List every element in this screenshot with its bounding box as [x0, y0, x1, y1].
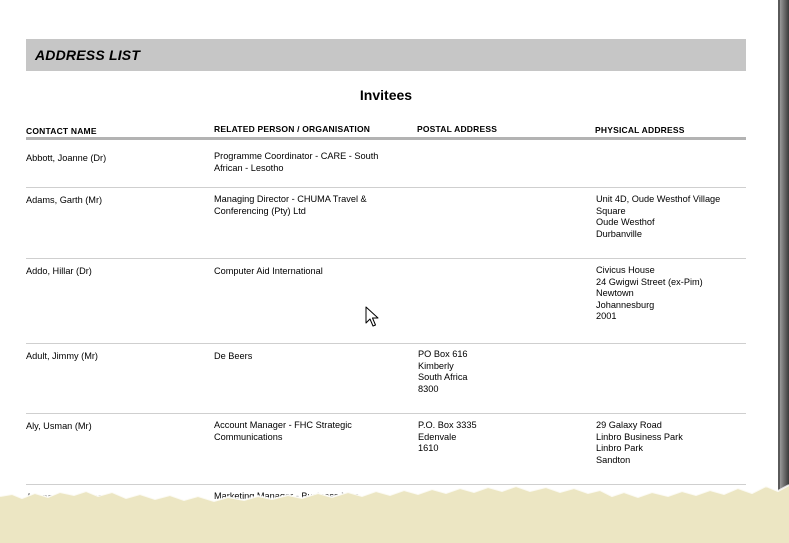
row-divider: [26, 413, 746, 414]
contact-name: Abbott, Joanne (Dr): [26, 153, 107, 163]
section-header: ADDRESS LIST: [26, 39, 746, 71]
related-organisation: Managing Director - CHUMA Travel & Confe…: [214, 194, 367, 216]
header-divider: [26, 137, 746, 140]
related-organisation: Account Manager - FHC Strategic Communic…: [214, 420, 352, 442]
row-divider: [26, 187, 746, 188]
report-subtitle: Invitees: [359, 87, 413, 103]
row-divider: [26, 258, 746, 259]
physical-address: Unit 4D, Oude Westhof Village Square Oud…: [596, 194, 721, 239]
torn-paper-edge: [0, 484, 789, 543]
contact-name: Addo, Hillar (Dr): [26, 266, 92, 276]
related-organisation: Computer Aid International: [214, 266, 323, 276]
column-header-related: RELATED PERSON / ORGANISATION: [214, 124, 371, 134]
contact-name: Adult, Jimmy (Mr): [26, 351, 98, 361]
column-header-contact: CONTACT NAME: [26, 126, 97, 136]
row-divider: [26, 343, 746, 344]
column-header-postal: POSTAL ADDRESS: [417, 124, 498, 134]
physical-address: 29 Galaxy Road Linbro Business Park Linb…: [596, 420, 683, 465]
contact-name: Adams, Garth (Mr): [26, 195, 103, 205]
section-title: ADDRESS LIST: [35, 47, 141, 63]
related-organisation: De Beers: [214, 351, 253, 361]
postal-address: PO Box 616 Kimberly South Africa 8300: [418, 349, 468, 394]
column-header-physical: PHYSICAL ADDRESS: [595, 125, 685, 135]
page-edge-shadow: [780, 0, 789, 543]
related-organisation: Programme Coordinator - CARE - South Afr…: [214, 151, 379, 173]
mouse-pointer-icon: [365, 306, 379, 327]
physical-address: Civicus House 24 Gwigwi Street (ex-Pim) …: [596, 265, 703, 322]
contact-name: Aly, Usman (Mr): [26, 421, 92, 431]
postal-address: P.O. Box 3335 Edenvale 1610: [418, 420, 477, 454]
